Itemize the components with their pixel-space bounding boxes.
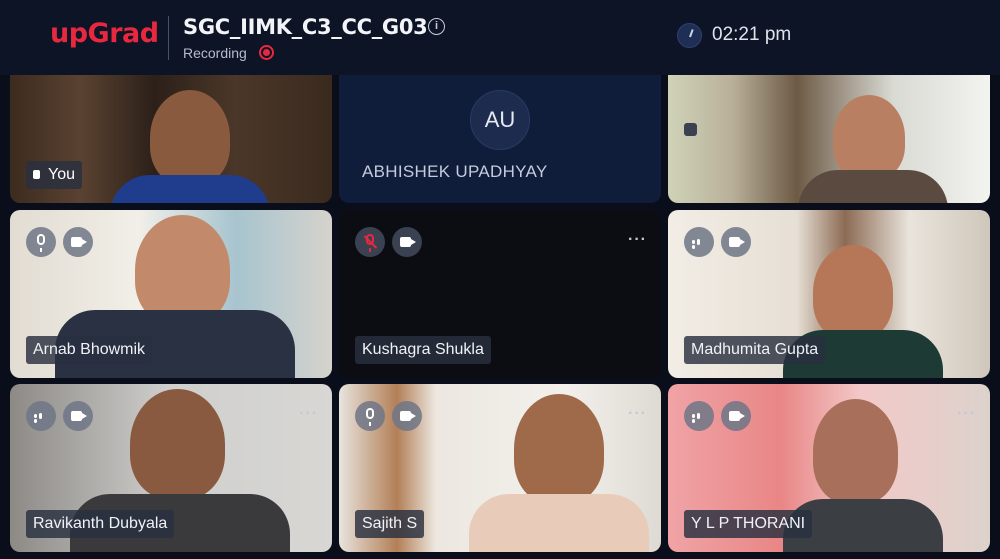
clock-icon [677,23,702,48]
camera-button[interactable] [721,401,751,431]
participant-face [130,389,225,499]
participant-name: Madhumita Gupta [684,336,826,364]
participant-face [514,394,604,504]
camera-icon [729,411,740,421]
self-name-chip: You [26,161,82,189]
more-options-icon[interactable]: ··· [628,405,647,423]
participant-face [135,215,230,325]
participant-face [813,399,898,504]
microphone-icon [37,234,45,252]
participant-body [110,175,270,203]
more-options-icon[interactable]: ··· [299,405,318,423]
meeting-header: upGrad SGC_IIMK_C3_CC_G03 i Recording 02… [0,0,1000,75]
microphone-icon [366,408,374,426]
participant-name: Kushagra Shukla [355,336,491,364]
participant-face [813,245,893,340]
video-tile-ravikanth[interactable]: ··· Ravikanth Dubyala [10,384,332,552]
camera-button[interactable] [63,401,93,431]
stop-icon [684,123,697,136]
meeting-title: SGC_IIMK_C3_CC_G03 [183,15,428,39]
video-tile-arnab[interactable]: Arnab Bhowmik [10,210,332,378]
recording-icon [259,45,274,60]
mic-speaking-button[interactable] [26,401,56,431]
mic-speaking-button[interactable] [684,227,714,257]
camera-icon [400,411,411,421]
video-tile-sajith[interactable]: ··· Sajith S [339,384,661,552]
microphone-off-icon [366,234,374,252]
more-options-icon[interactable]: ··· [628,231,647,249]
camera-button[interactable] [392,227,422,257]
participant-body [469,494,649,552]
video-tile-thorani[interactable]: ··· Y L P THORANI [668,384,990,552]
camera-icon [729,237,740,247]
audio-level-icon [692,413,706,423]
camera-icon [71,237,82,247]
mic-button[interactable] [26,227,56,257]
mic-muted-button[interactable] [355,227,385,257]
camera-button[interactable] [392,401,422,431]
camera-button[interactable] [63,227,93,257]
participant-face [150,90,230,185]
recording-label: Recording [183,45,247,61]
participant-body [798,170,948,203]
mic-button[interactable] [355,401,385,431]
participant-name: ABHISHEK UPADHYAY [362,162,548,181]
more-options-icon[interactable]: ··· [957,405,976,423]
meeting-time: 02:21 pm [712,24,792,45]
video-tile-madhumita[interactable]: Madhumita Gupta [668,210,990,378]
info-icon[interactable]: i [428,18,445,35]
participant-name: Sajith S [355,510,425,538]
audio-level-icon [692,239,706,249]
camera-button[interactable] [721,227,751,257]
avatar: AU [470,90,530,150]
audio-level-icon [34,413,48,423]
mic-speaking-button[interactable] [684,401,714,431]
speaker-icon [33,170,40,179]
brand-logo: upGrad [50,18,159,49]
self-name: You [48,166,75,183]
participant-name: Y L P THORANI [684,510,813,538]
header-divider [168,16,169,60]
participant-name: Ravikanth Dubyala [26,510,175,538]
participant-face [833,95,905,180]
camera-icon [400,237,411,247]
camera-icon [71,411,82,421]
video-tile-kushagra[interactable]: ··· Kushagra Shukla [339,210,661,378]
participant-name: Arnab Bhowmik [26,336,153,364]
